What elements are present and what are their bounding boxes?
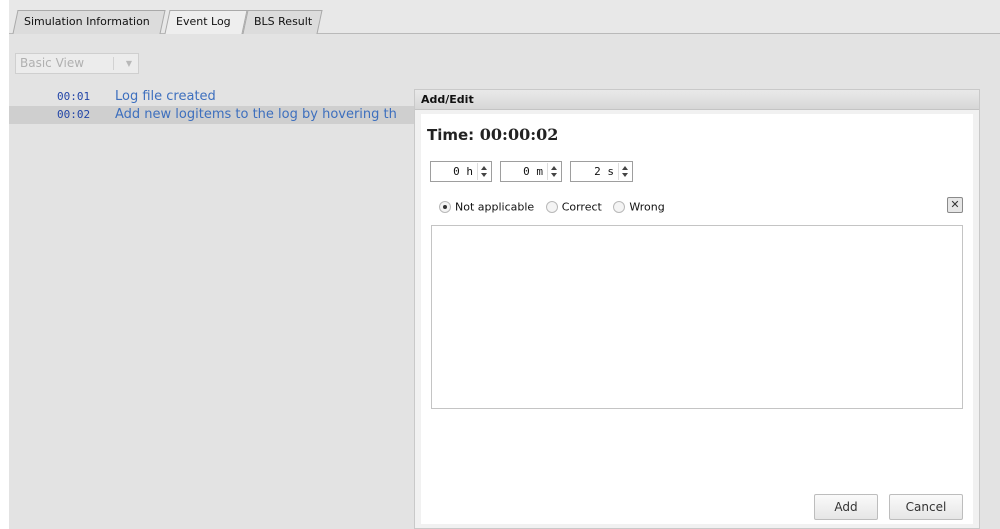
radio-label: Correct <box>561 200 602 214</box>
view-select[interactable]: Basic View ▼ <box>15 53 139 74</box>
caret-down-icon[interactable] <box>551 173 557 177</box>
divider <box>113 57 114 70</box>
caret-down-icon[interactable] <box>622 173 628 177</box>
tab-bls-result[interactable]: BLS Result <box>242 10 323 34</box>
radio-wrong[interactable]: Wrong <box>613 200 665 214</box>
caret-up-icon[interactable] <box>481 166 487 170</box>
left-gutter <box>0 0 9 529</box>
minutes-spinner[interactable]: 0 m <box>500 161 562 182</box>
radio-button[interactable] <box>613 201 626 213</box>
radio-not-applicable[interactable]: Not applicable <box>439 200 534 214</box>
seconds-value: 2 s <box>594 165 614 178</box>
dialog-title[interactable]: Add/Edit <box>415 90 979 110</box>
tab-label: Simulation Information <box>24 15 150 28</box>
time-label: Time: <box>427 126 475 144</box>
radio-label: Not applicable <box>455 200 535 214</box>
result-radio-group: Not applicable Correct Wrong <box>439 200 673 216</box>
radio-button-checked[interactable] <box>439 201 451 213</box>
radio-label: Wrong <box>629 200 665 214</box>
event-log-list: 00:01 Log file created 00:02 Add new log… <box>9 88 419 124</box>
time-value: 00:00:02 <box>479 125 559 144</box>
log-time: 00:02 <box>57 108 91 121</box>
seconds-spinner[interactable]: 2 s <box>570 161 633 182</box>
minutes-value: 0 m <box>523 165 543 178</box>
spinner-arrows <box>477 163 489 180</box>
cancel-button[interactable]: Cancel <box>889 494 963 520</box>
log-row[interactable]: 00:01 Log file created <box>9 88 419 106</box>
log-row-selected[interactable]: 00:02 Add new logitems to the log by hov… <box>9 106 419 124</box>
time-display: Time: 00:00:02 <box>427 125 558 144</box>
tab-label: Event Log <box>176 15 231 28</box>
spinner-arrows <box>547 163 559 180</box>
notes-textarea[interactable] <box>431 225 963 409</box>
spinner-arrows <box>618 163 630 180</box>
log-text: Log file created <box>115 89 216 104</box>
add-button[interactable]: Add <box>814 494 878 520</box>
hours-value: 0 h <box>453 165 473 178</box>
log-text: Add new logitems to the log by hovering … <box>115 107 397 122</box>
caret-up-icon[interactable] <box>622 166 628 170</box>
log-time: 00:01 <box>57 90 91 103</box>
dialog-body: Time: 00:00:02 0 h 0 m 2 s Not applicabl… <box>421 114 973 524</box>
tab-label: BLS Result <box>254 15 313 28</box>
caret-down-icon[interactable] <box>481 173 487 177</box>
close-icon[interactable]: ✕ <box>947 197 963 213</box>
radio-button[interactable] <box>545 201 558 213</box>
radio-correct[interactable]: Correct <box>545 200 602 214</box>
add-edit-dialog: Add/Edit Time: 00:00:02 0 h 0 m 2 s Not … <box>414 89 980 529</box>
tab-simulation-information[interactable]: Simulation Information <box>12 10 166 34</box>
tab-strip: Simulation Information Event Log BLS Res… <box>9 0 1000 34</box>
chevron-down-icon: ▼ <box>125 59 132 68</box>
caret-up-icon[interactable] <box>551 166 557 170</box>
hours-spinner[interactable]: 0 h <box>430 161 492 182</box>
view-select-value: Basic View <box>20 56 85 70</box>
tab-event-log[interactable]: Event Log <box>164 10 248 34</box>
